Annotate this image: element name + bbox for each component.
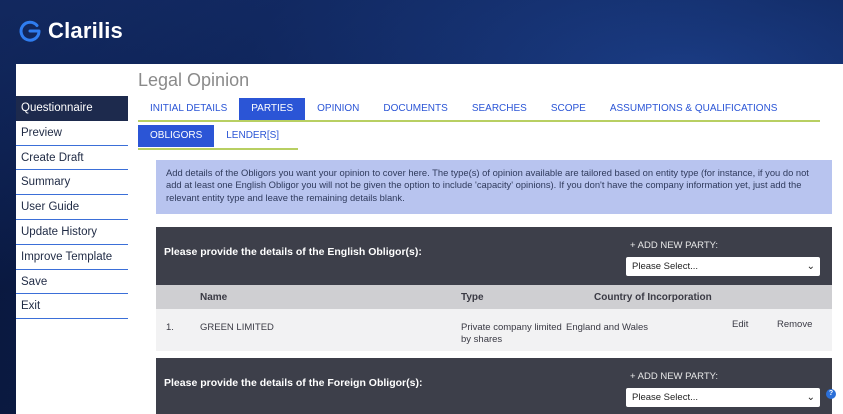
row-type-line2: by shares — [461, 334, 503, 345]
sidebar-item-summary[interactable]: Summary — [16, 170, 128, 196]
column-header-type: Type — [461, 292, 484, 303]
english-party-select[interactable]: Please Select... ⌄ — [626, 257, 820, 276]
sidebar-item-preview[interactable]: Preview — [16, 121, 128, 146]
subtab-obligors[interactable]: OBLIGORS — [138, 125, 215, 147]
sidebar-item-save[interactable]: Save — [16, 270, 128, 295]
info-message: Add details of the Obligors you want you… — [156, 160, 832, 214]
tab-scope[interactable]: SCOPE — [539, 98, 598, 120]
remove-button[interactable]: Remove — [777, 319, 812, 330]
chevron-down-icon: ⌄ — [806, 392, 815, 403]
foreign-obligor-section: Please provide the details of the Foreig… — [156, 358, 836, 414]
help-icon[interactable]: ? — [826, 389, 836, 399]
page-title: Legal Opinion — [138, 70, 250, 90]
tab-documents[interactable]: DOCUMENTS — [371, 98, 459, 120]
row-country: England and Wales — [566, 322, 649, 333]
table-row: 1. GREEN LIMITED Private company limited… — [156, 309, 832, 351]
english-section-title: Please provide the details of the Englis… — [164, 246, 422, 258]
sidebar-item-user-guide[interactable]: User Guide — [16, 195, 128, 220]
english-select-value: Please Select... — [632, 261, 699, 272]
subtab-lenders[interactable]: LENDER[S] — [214, 125, 291, 147]
row-name: GREEN LIMITED — [200, 322, 274, 333]
sidebar-item-exit[interactable]: Exit — [16, 294, 128, 320]
app-header: Clarilis — [0, 0, 843, 62]
chevron-down-icon: ⌄ — [806, 261, 815, 272]
brand-logo[interactable]: Clarilis — [18, 18, 123, 44]
row-index: 1. — [166, 322, 174, 333]
english-add-party-label: + ADD NEW PARTY: — [630, 240, 719, 251]
edit-button[interactable]: Edit — [732, 319, 748, 330]
tab-assumptions-qualifications[interactable]: ASSUMPTIONS & QUALIFICATIONS — [598, 98, 790, 120]
foreign-party-select[interactable]: Please Select... ⌄ — [626, 388, 820, 407]
column-header-country: Country of Incorporation — [594, 292, 712, 303]
sidebar-item-questionnaire[interactable]: Questionnaire — [16, 96, 128, 121]
clarilis-logo-icon — [19, 20, 41, 42]
tab-opinion[interactable]: OPINION — [305, 98, 371, 120]
sub-tabs: OBLIGORS LENDER[S] — [138, 124, 298, 150]
tab-parties[interactable]: PARTIES — [239, 98, 306, 120]
main-tabs: INITIAL DETAILS PARTIES OPINION DOCUMENT… — [138, 98, 820, 122]
brand-name: Clarilis — [48, 18, 123, 43]
tab-initial-details[interactable]: INITIAL DETAILS — [138, 98, 239, 120]
tab-searches[interactable]: SEARCHES — [460, 98, 539, 120]
foreign-section-title: Please provide the details of the Foreig… — [164, 377, 423, 389]
sidebar-item-update-history[interactable]: Update History — [16, 220, 128, 245]
english-obligor-section: Please provide the details of the Englis… — [156, 227, 832, 285]
main-panel: Legal Opinion Questionnaire Preview Crea… — [16, 64, 843, 414]
sidebar: Questionnaire Preview Create Draft Summa… — [16, 96, 128, 320]
column-header-name: Name — [200, 292, 228, 303]
foreign-add-party-label: + ADD NEW PARTY: — [630, 371, 719, 382]
obligor-table-header: Name Type Country of Incorporation — [156, 285, 832, 309]
row-type-line1: Private company limited — [461, 322, 562, 333]
sidebar-item-improve-template[interactable]: Improve Template — [16, 245, 128, 270]
sidebar-item-create-draft[interactable]: Create Draft — [16, 146, 128, 171]
foreign-select-value: Please Select... — [632, 392, 699, 403]
